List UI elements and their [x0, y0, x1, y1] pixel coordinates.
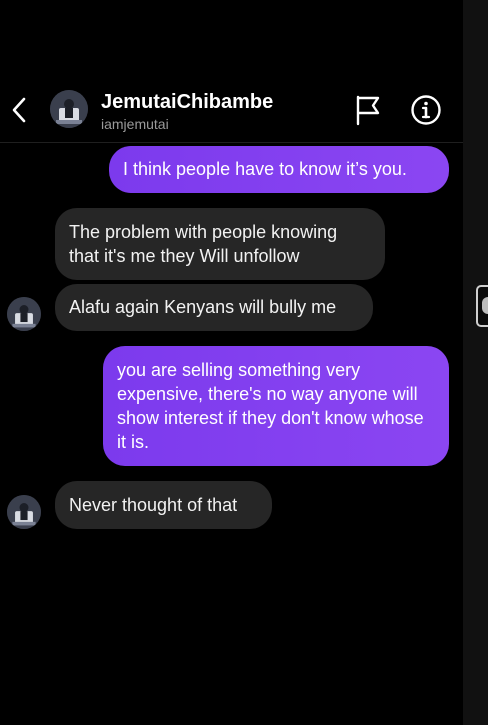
- contact-name[interactable]: JemutaiChibambe: [101, 91, 273, 114]
- message-bubble-outgoing[interactable]: I think people have to know it’s you.: [109, 146, 449, 193]
- side-panel-edge: [463, 0, 488, 725]
- message-bubble-incoming[interactable]: The problem with people knowing that it'…: [55, 208, 385, 280]
- flag-icon: [356, 95, 380, 126]
- message-bubble-outgoing[interactable]: you are selling something very expensive…: [103, 346, 449, 466]
- report-button[interactable]: [352, 93, 384, 127]
- sender-avatar[interactable]: [7, 495, 41, 529]
- message-bubble-incoming[interactable]: Alafu again Kenyans will bully me: [55, 284, 373, 331]
- back-button[interactable]: [4, 92, 34, 128]
- contact-handle: iamjemutai: [101, 116, 169, 132]
- chat-header: JemutaiChibambe iamjemutai: [0, 78, 463, 143]
- sender-avatar[interactable]: [7, 297, 41, 331]
- handle-knob: [482, 297, 488, 314]
- chat-screen: JemutaiChibambe iamjemutai I think peopl…: [0, 0, 463, 725]
- info-button[interactable]: [409, 93, 443, 127]
- message-bubble-incoming[interactable]: Never thought of that: [55, 481, 272, 529]
- side-panel-handle[interactable]: [476, 285, 488, 327]
- contact-avatar[interactable]: [50, 90, 88, 128]
- back-arrow-icon: [12, 97, 26, 123]
- info-icon: [411, 95, 441, 125]
